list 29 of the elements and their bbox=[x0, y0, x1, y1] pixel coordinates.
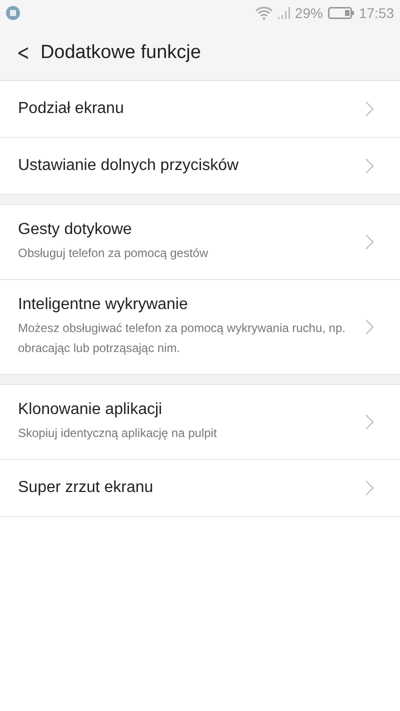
notification-icon bbox=[6, 6, 20, 20]
settings-row[interactable]: Klonowanie aplikacji Skopiuj identyczną aplikację na pulpit bbox=[0, 385, 400, 460]
chevron-icon bbox=[365, 480, 374, 496]
clock: 17:53 bbox=[358, 5, 394, 21]
settings-row[interactable]: Super zrzut ekranu bbox=[0, 460, 400, 517]
back-button[interactable]: < bbox=[16, 40, 30, 66]
chevron-icon bbox=[365, 101, 374, 117]
row-title: Inteligentne wykrywanie bbox=[18, 296, 189, 314]
row-subtitle: Obsługuj telefon za pomocą gestów bbox=[18, 245, 208, 262]
wifi-icon bbox=[254, 6, 273, 20]
settings-row[interactable]: Ustawianie dolnych przycisków bbox=[0, 138, 400, 194]
page-title: Dodatkowe funkcje bbox=[40, 42, 201, 64]
chevron-icon bbox=[365, 319, 374, 335]
row-subtitle: Skopiuj identyczną aplikację na pulpit bbox=[18, 425, 217, 442]
row-title: Ustawianie dolnych przycisków bbox=[18, 157, 239, 175]
row-title: Super zrzut ekranu bbox=[18, 479, 154, 497]
row-subtitle: Możesz obsługiwać telefon za pomocą wykrywania ruchu, np. obracając lub potrząsając nim. bbox=[18, 320, 346, 357]
chevron-icon bbox=[365, 158, 374, 174]
signal-icon bbox=[278, 7, 290, 19]
settings-row[interactable]: Gesty dotykowe Obsługuj telefon za pomocą gestów bbox=[0, 205, 400, 280]
row-title: Klonowanie aplikacji bbox=[18, 401, 164, 419]
chevron-icon bbox=[365, 414, 374, 430]
battery-icon bbox=[328, 7, 354, 19]
row-title: Gesty dotykowe bbox=[18, 221, 133, 239]
row-title: Podział ekranu bbox=[18, 100, 124, 118]
settings-row[interactable]: Inteligentne wykrywanie Możesz obsługiwać telefon za pomocą wykrywania ruchu, np. obracając lub potrząsając nim. bbox=[0, 280, 400, 374]
battery-percent: 29% bbox=[294, 5, 323, 21]
chevron-icon bbox=[365, 234, 374, 250]
settings-row[interactable]: Podział ekranu bbox=[0, 81, 400, 138]
